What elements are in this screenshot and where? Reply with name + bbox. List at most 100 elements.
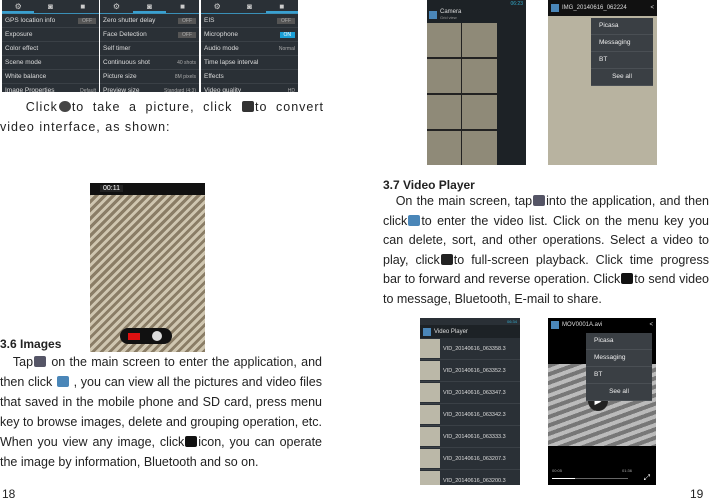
share-icon — [621, 273, 634, 284]
video-mode-icon — [242, 101, 254, 112]
setting-value: Normal — [278, 45, 295, 52]
setting-row[interactable]: Scene mode — [2, 56, 99, 70]
share-menu: Picasa Messaging BT See all — [586, 333, 652, 401]
page-number-right: 19 — [690, 487, 704, 501]
video-title: MOV0001A.avi — [562, 322, 603, 328]
setting-label: Zero shutter delay — [103, 17, 156, 24]
setting-value: HD — [287, 87, 295, 93]
setting-value: ON — [279, 31, 295, 38]
share-menu-item[interactable]: Picasa — [591, 18, 653, 35]
setting-value: 8M pixels — [174, 73, 196, 80]
share-menu-item[interactable]: BT — [586, 367, 652, 384]
setting-value: OFF — [277, 17, 295, 24]
share-menu-item[interactable]: Messaging — [586, 350, 652, 367]
camera-controls — [120, 328, 172, 344]
setting-value: Standard (4:3) — [164, 87, 196, 93]
share-icon[interactable]: < — [649, 322, 653, 328]
progress-bar[interactable] — [552, 478, 628, 479]
gallery-screenshot: 06:23 Camera Grid view — [427, 0, 526, 165]
share-menu-item[interactable]: Picasa — [586, 333, 652, 350]
setting-row[interactable]: Microphone ON — [201, 28, 298, 42]
photo-grid[interactable] — [427, 23, 497, 165]
shutter-icon — [152, 331, 162, 341]
setting-label: Color effect — [5, 45, 39, 52]
setting-row[interactable]: Effects — [201, 70, 298, 84]
video-name: VID_20140616_063352.3 — [443, 367, 506, 374]
setting-label: Image Properties — [5, 87, 55, 92]
status-time: 06:23 — [510, 1, 523, 7]
share-menu-item[interactable]: See all — [586, 384, 652, 401]
video-list-item[interactable]: VID_20140616_063207.3 — [420, 448, 520, 470]
video-player-paragraph: On the main screen, tap into the applicat… — [383, 194, 709, 306]
camera-settings-screenshot-general: ⚙ ◙ ■ GPS location info OFF Exposure Color eff… — [2, 0, 99, 92]
app-drawer-icon — [34, 356, 47, 367]
share-menu-item[interactable]: Messaging — [591, 35, 653, 52]
setting-row[interactable]: Face Detection OFF — [100, 28, 199, 42]
camera-preview-screenshot: 00:11 — [90, 183, 205, 352]
setting-row[interactable]: GPS location info OFF — [2, 14, 99, 28]
app-title: Video Player — [434, 328, 468, 335]
camera-settings-screenshot-photo: ⚙ ◙ ■ Zero shutter delay OFF Face Detection OF… — [100, 0, 199, 92]
setting-row[interactable]: Video quality HD — [201, 84, 298, 92]
setting-value: 40 shots — [177, 59, 196, 66]
setting-value: OFF — [178, 17, 196, 24]
setting-label: Effects — [204, 73, 224, 80]
setting-label: Picture size — [103, 73, 137, 80]
setting-label: Audio mode — [204, 45, 239, 52]
gallery-icon — [56, 376, 69, 387]
total-time: 01:36 — [622, 468, 633, 473]
app-drawer-icon — [533, 195, 546, 206]
video-list-item[interactable]: VID_20140616_063333.3 — [420, 426, 520, 448]
video-thumbnail — [420, 339, 440, 358]
gallery-app-icon — [429, 10, 437, 19]
image-view-screenshot: IMG_20140616_062224 < Picasa Messaging BT Se… — [548, 0, 657, 165]
setting-row[interactable]: Time lapse interval — [201, 56, 298, 70]
setting-label: Exposure — [5, 31, 33, 38]
video-thumbnail — [420, 405, 440, 424]
setting-row[interactable]: Self timer — [100, 42, 199, 56]
setting-row[interactable]: White balance — [2, 70, 99, 84]
share-menu-item[interactable]: See all — [591, 69, 653, 86]
setting-label: Scene mode — [5, 59, 42, 66]
image-title: IMG_20140616_062224 — [562, 5, 627, 11]
status-time: 06:34 — [506, 319, 517, 324]
video-name: VID_20140616_063207.3 — [443, 455, 506, 462]
setting-label: Continuous shot — [103, 59, 150, 66]
setting-row[interactable]: Picture size 8M pixels — [100, 70, 199, 84]
section-heading-video-player: 3.7 Video Player — [383, 178, 475, 192]
video-name: VID_20140616_063347.3 — [443, 389, 506, 396]
setting-row[interactable]: Exposure — [2, 28, 99, 42]
video-name: VID_20140616_063200.3 — [443, 477, 506, 484]
video-name: VID_20140616_063333.3 — [443, 433, 506, 440]
setting-row[interactable]: Audio mode Normal — [201, 42, 298, 56]
setting-value: Default — [80, 87, 96, 93]
setting-label: Microphone — [204, 31, 238, 38]
video-player-icon — [408, 214, 421, 226]
fullscreen-icon[interactable]: ⤢ — [644, 473, 650, 483]
setting-row[interactable]: Continuous shot 40 shots — [100, 56, 199, 70]
setting-row[interactable]: Zero shutter delay OFF — [100, 14, 199, 28]
video-list-item[interactable]: VID_20140616_063352.3 — [420, 360, 520, 382]
share-icon[interactable]: < — [650, 5, 654, 11]
share-menu-item[interactable]: BT — [591, 52, 653, 69]
images-paragraph: Tap on the main screen to enter the appl… — [0, 355, 323, 469]
video-thumbnail — [420, 471, 440, 485]
video-list-item[interactable]: VID_20140616_063347.3 — [420, 382, 520, 404]
setting-label: White balance — [5, 73, 47, 80]
recording-timer: 00:11 — [100, 185, 123, 192]
setting-value: OFF — [178, 31, 196, 38]
video-thumbnail — [420, 361, 440, 380]
video-list-item[interactable]: VID_20140616_063358.3 — [420, 338, 520, 360]
intro-text: Click to take a picture, click to convert… — [0, 100, 324, 134]
setting-row[interactable]: Preview size Standard (4:3) — [100, 84, 199, 92]
setting-label: GPS location info — [5, 17, 56, 24]
video-list-item[interactable]: VID_20140616_063200.3 — [420, 470, 520, 485]
share-icon — [185, 436, 198, 447]
setting-row[interactable]: Color effect — [2, 42, 99, 56]
setting-row[interactable]: Image Properties Default — [2, 84, 99, 92]
page-number-left: 18 — [2, 487, 16, 501]
setting-row[interactable]: EIS OFF — [201, 14, 298, 28]
video-list-item[interactable]: VID_20140616_063342.3 — [420, 404, 520, 426]
share-menu: Picasa Messaging BT See all — [591, 18, 653, 86]
video-list-screenshot: 06:34 Video Player VID_20140616_063358.3… — [420, 318, 520, 485]
